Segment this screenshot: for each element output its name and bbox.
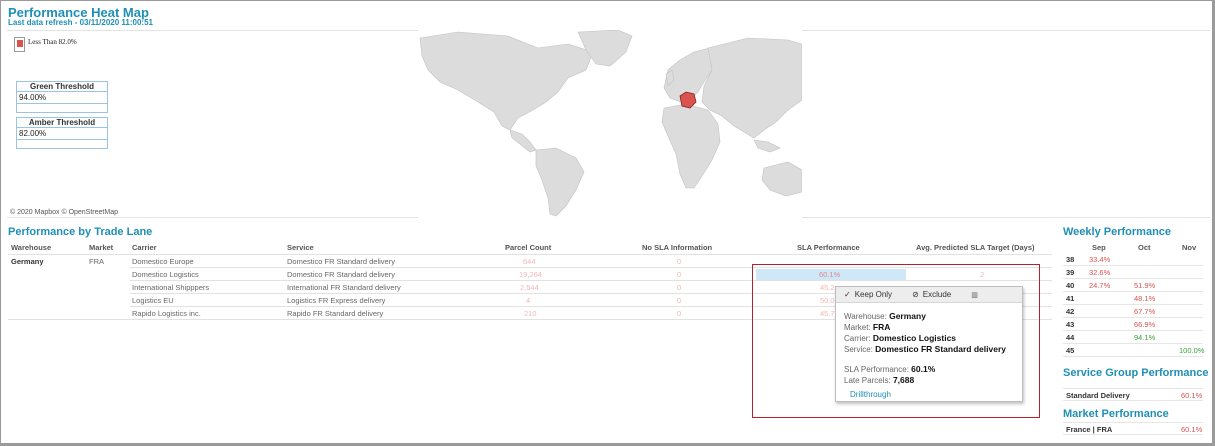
legend-label: Less Than 82.0%: [28, 38, 77, 46]
tooltip-warehouse: Warehouse: Germany: [844, 311, 926, 321]
tooltip-carrier: Carrier: Domestico Logistics: [844, 333, 957, 343]
tooltip-popup: ✓ Keep Only ⊘ Exclude ▥ Warehouse: Germany…: [835, 286, 1023, 402]
market-cell: FRA: [89, 257, 104, 266]
amber-threshold-input[interactable]: 82.00%: [17, 128, 107, 140]
tooltip-toolbar: ✓ Keep Only ⊘ Exclude ▥: [836, 287, 1022, 303]
col-warehouse[interactable]: Warehouse: [11, 243, 51, 252]
month-nov[interactable]: Nov: [1182, 243, 1196, 252]
month-oct[interactable]: Oct: [1138, 243, 1151, 252]
amber-threshold-label: Amber Threshold: [17, 118, 107, 128]
legend-swatch-icon: [14, 37, 25, 52]
green-threshold-label: Green Threshold: [17, 82, 107, 92]
week-row[interactable]: 38 33.4%: [1063, 253, 1203, 266]
warehouse-cell: Germany: [11, 257, 44, 266]
week-row[interactable]: 39 32.6%: [1063, 266, 1203, 279]
drillthrough-link[interactable]: Drillthrough: [844, 390, 1022, 400]
exclude-icon: ⊘: [912, 290, 919, 299]
green-threshold-input[interactable]: 94.00%: [17, 92, 107, 104]
map-attribution: © 2020 Mapbox © OpenStreetMap: [10, 209, 118, 216]
col-no-sla[interactable]: No SLA Information: [642, 243, 712, 252]
map-legend[interactable]: Less Than 82.0%: [14, 37, 77, 52]
week-row[interactable]: 42 67.7%: [1063, 305, 1203, 318]
tooltip-late-parcels: Late Parcels: 7,688: [844, 375, 915, 385]
col-carrier[interactable]: Carrier: [132, 243, 157, 252]
week-row[interactable]: 45 100.0%: [1063, 344, 1204, 357]
col-service[interactable]: Service: [287, 243, 314, 252]
market-row[interactable]: France | FRA 60.1%: [1063, 422, 1203, 435]
market-performance-title: Market Performance: [1063, 408, 1169, 420]
week-row[interactable]: 43 66.9%: [1063, 318, 1203, 331]
world-map[interactable]: [418, 30, 802, 218]
green-threshold-box[interactable]: Green Threshold 94.00%: [16, 81, 108, 113]
service-group-title: Service Group Performance: [1063, 367, 1209, 379]
view-data-icon[interactable]: ▥: [971, 291, 978, 299]
week-row[interactable]: 41 48.1%: [1063, 292, 1203, 305]
month-sep[interactable]: Sep: [1092, 243, 1106, 252]
col-market[interactable]: Market: [89, 243, 113, 252]
tooltip-market: Market: FRA: [844, 322, 891, 332]
weekly-title: Weekly Performance: [1063, 226, 1172, 238]
col-sla-performance[interactable]: SLA Performance: [797, 243, 860, 252]
week-row[interactable]: 44 94.1%: [1063, 331, 1203, 344]
amber-threshold-box[interactable]: Amber Threshold 82.00%: [16, 117, 108, 149]
col-parcel-count[interactable]: Parcel Count: [505, 243, 551, 252]
exclude-button[interactable]: ⊘ Exclude: [912, 290, 961, 299]
tooltip-service: Service: Domestico FR Standard delivery: [844, 344, 1006, 354]
col-avg-sla-target[interactable]: Avg. Predicted SLA Target (Days): [916, 243, 1035, 252]
keep-only-button[interactable]: ✓ Keep Only: [844, 290, 902, 299]
tooltip-sla: SLA Performance: 60.1%: [844, 364, 936, 374]
week-row[interactable]: 40 24.7% 51.9%: [1063, 279, 1203, 292]
service-group-row[interactable]: Standard Delivery 60.1%: [1063, 388, 1203, 401]
world-map-svg: [418, 30, 802, 218]
last-refresh-text: Last data refresh - 03/11/2020 11:00:51: [8, 18, 153, 27]
trade-lane-title: Performance by Trade Lane: [8, 226, 153, 238]
check-icon: ✓: [844, 290, 851, 299]
